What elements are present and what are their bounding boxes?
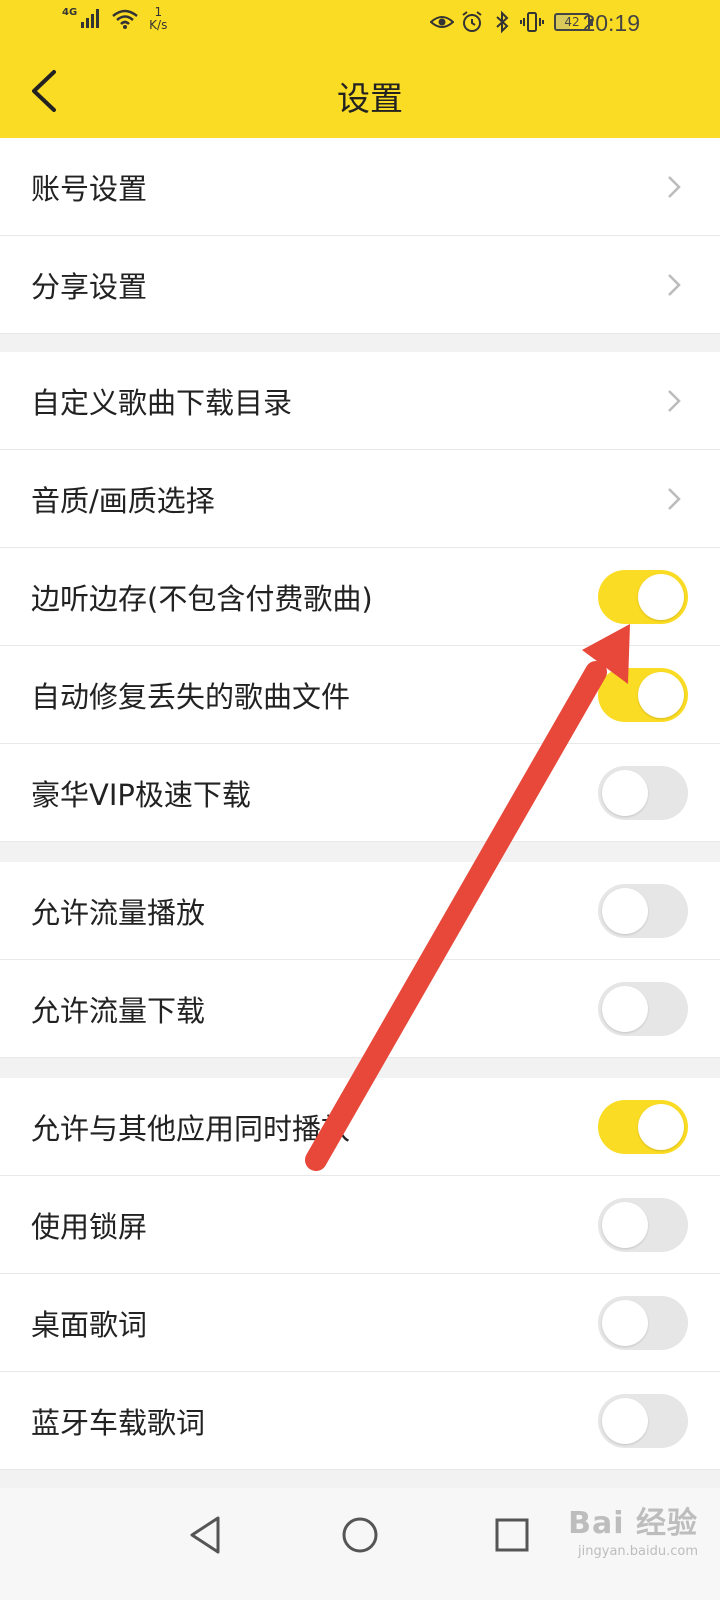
- bluetooth-icon: [496, 10, 509, 34]
- lock-screen-toggle[interactable]: [598, 1197, 688, 1252]
- row-label: 蓝牙车载歌词: [31, 1405, 206, 1440]
- page-title: 设置: [337, 79, 403, 118]
- clock: 20:19: [582, 10, 640, 36]
- settings-row-mobile-download: 允许流量下载: [0, 960, 720, 1058]
- row-label: 豪华VIP极速下载: [31, 777, 251, 812]
- chevron-right-icon: [668, 389, 681, 412]
- alarm-icon: [462, 11, 482, 32]
- row-label: 使用锁屏: [31, 1209, 148, 1244]
- status-bar: 4G 1 K/s 42 20:19: [0, 0, 720, 50]
- row-label: 自动修复丢失的歌曲文件: [31, 679, 351, 714]
- settings-row-desktop-lyrics: 桌面歌词: [0, 1274, 720, 1372]
- vip-download-toggle[interactable]: [598, 765, 688, 820]
- recents-square-icon[interactable]: [487, 1510, 537, 1560]
- toggle-knob: [602, 887, 648, 934]
- chevron-right-icon: [668, 487, 681, 510]
- signal-icon: [81, 8, 100, 28]
- toggle-knob: [638, 573, 684, 620]
- chevron-right-icon: [668, 175, 681, 198]
- settings-row-bluetooth-lyrics: 蓝牙车载歌词: [0, 1372, 720, 1470]
- network-speed: 1 K/s: [149, 6, 167, 32]
- row-label: 音质/画质选择: [31, 483, 215, 518]
- settings-row-quality[interactable]: 音质/画质选择: [0, 450, 720, 548]
- watermark-main: Bai 经验: [568, 1506, 698, 1541]
- home-circle-icon[interactable]: [335, 1510, 385, 1560]
- eye-icon: [430, 16, 454, 28]
- settings-row-mix-playback: 允许与其他应用同时播放: [0, 1078, 720, 1176]
- settings-row-auto-repair: 自动修复丢失的歌曲文件: [0, 646, 720, 744]
- settings-row-account[interactable]: 账号设置: [0, 138, 720, 236]
- mix-playback-toggle[interactable]: [598, 1099, 688, 1154]
- toggle-knob: [602, 1299, 648, 1346]
- bluetooth-lyrics-toggle[interactable]: [598, 1393, 688, 1448]
- mobile-play-toggle[interactable]: [598, 883, 688, 938]
- settings-row-mobile-play: 允许流量播放: [0, 862, 720, 960]
- app-header: 4G 1 K/s 42 20:19 设置: [0, 0, 720, 138]
- settings-row-cache-while-listening: 边听边存(不包含付费歌曲): [0, 548, 720, 646]
- toggle-knob: [602, 1397, 648, 1444]
- chevron-right-icon: [668, 273, 681, 296]
- watermark-sub: jingyan.baidu.com: [578, 1544, 698, 1559]
- toggle-knob: [602, 769, 648, 816]
- settings-row-share[interactable]: 分享设置: [0, 236, 720, 334]
- row-label: 允许与其他应用同时播放: [31, 1111, 351, 1146]
- row-label: 桌面歌词: [31, 1307, 148, 1342]
- row-label: 账号设置: [31, 171, 148, 206]
- cache-while-listening-toggle[interactable]: [598, 569, 688, 624]
- mobile-download-toggle[interactable]: [598, 981, 688, 1036]
- settings-row-download-directory[interactable]: 自定义歌曲下载目录: [0, 352, 720, 450]
- toggle-knob: [638, 1103, 684, 1150]
- network-type: 4G: [62, 7, 78, 18]
- toggle-knob: [638, 671, 684, 718]
- row-label: 边听边存(不包含付费歌曲): [31, 581, 373, 616]
- auto-repair-toggle[interactable]: [598, 667, 688, 722]
- back-triangle-icon[interactable]: [182, 1510, 232, 1560]
- toggle-knob: [602, 985, 648, 1032]
- row-label: 自定义歌曲下载目录: [31, 385, 293, 420]
- settings-row-vip-download: 豪华VIP极速下载: [0, 744, 720, 842]
- wifi-icon: [112, 9, 138, 29]
- row-label: 分享设置: [31, 269, 148, 304]
- desktop-lyrics-toggle[interactable]: [598, 1295, 688, 1350]
- settings-row-lock-screen: 使用锁屏: [0, 1176, 720, 1274]
- toggle-knob: [602, 1201, 648, 1248]
- speed-unit: K/s: [149, 18, 168, 32]
- watermark: Bai 经验 jingyan.baidu.com: [558, 1498, 698, 1568]
- battery-level: 42: [564, 15, 580, 29]
- vibrate-icon: [520, 12, 544, 32]
- row-label: 允许流量播放: [31, 895, 206, 930]
- row-label: 允许流量下载: [31, 993, 206, 1028]
